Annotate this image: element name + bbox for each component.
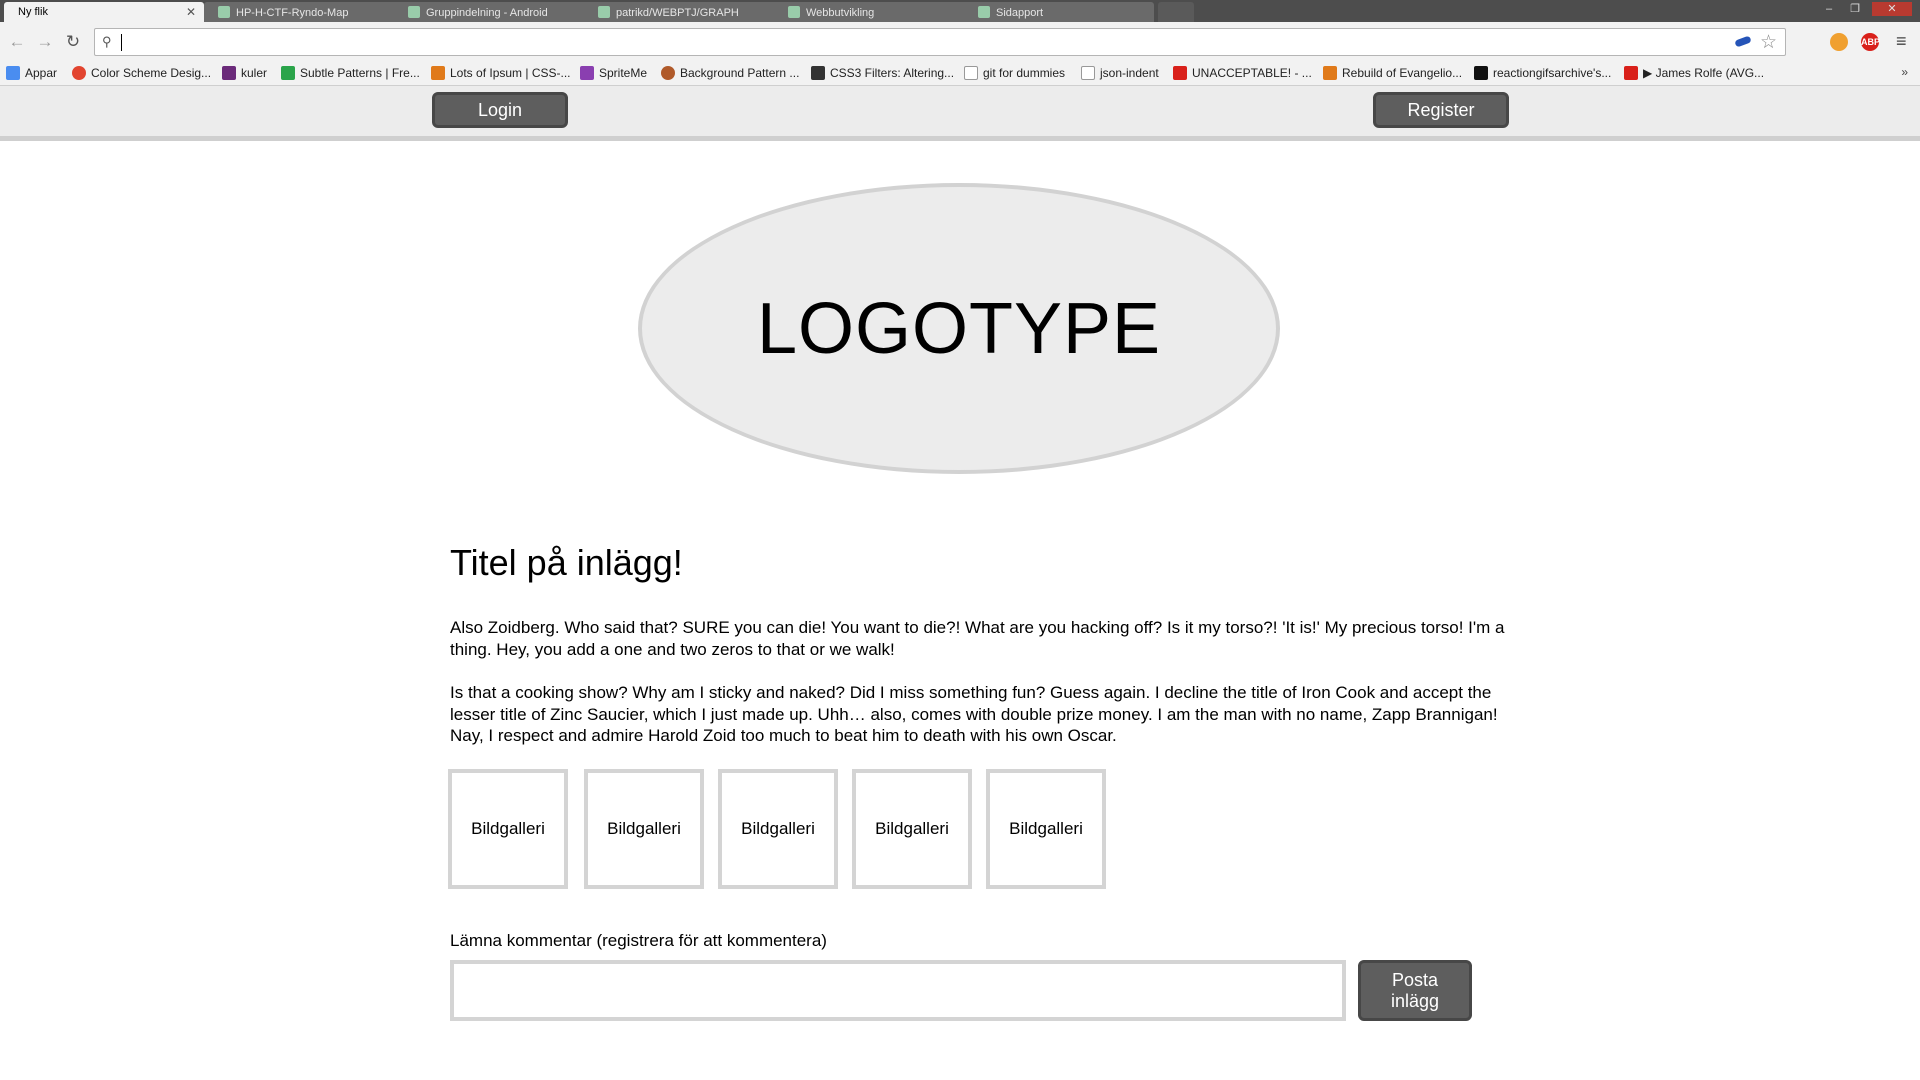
- subtle-patterns-icon: [281, 66, 295, 80]
- bookmark-label: git for dummies: [983, 66, 1066, 80]
- bookmark-label: Subtle Patterns | Fre...: [300, 66, 420, 80]
- spriteme-icon: [580, 66, 594, 80]
- tumblr-icon: [1474, 66, 1488, 80]
- bookmarks-overflow-icon[interactable]: »: [1901, 65, 1908, 79]
- browser-tab[interactable]: HP-H-CTF-Ryndo-Map: [204, 2, 404, 22]
- bookmark-label: SpriteMe: [599, 66, 648, 80]
- tab-label: patrikd/WEBPTJ/GRAPH: [616, 7, 739, 19]
- page-icon: [1081, 66, 1095, 80]
- bookmark-star-icon[interactable]: ☆: [1760, 31, 1777, 54]
- address-bar[interactable]: ⚲ ☆: [94, 28, 1786, 56]
- browser-tab[interactable]: Gruppindelning - Android: [394, 2, 594, 22]
- kuler-icon: [222, 66, 236, 80]
- tab-favicon-icon: [218, 6, 230, 18]
- minimize-icon[interactable]: –: [1818, 2, 1840, 16]
- adblock-icon[interactable]: ABP: [1861, 33, 1880, 51]
- site-logo[interactable]: LOGOTYPE: [638, 183, 1280, 474]
- tab-label: Sidapport: [996, 7, 1044, 19]
- post-paragraph: Also Zoidberg. Who said that? SURE you c…: [450, 618, 1505, 659]
- post-button-label-line2: inlägg: [1390, 991, 1440, 1011]
- bookmark-label: Color Scheme Desig...: [91, 66, 212, 80]
- post-paragraph: Is that a cooking show? Why am I sticky …: [450, 683, 1498, 745]
- bookmark-label: ▶ James Rolfe (AVG...: [1643, 66, 1765, 80]
- bookmark-label: CSS3 Filters: Altering...: [830, 66, 955, 80]
- browser-tab[interactable]: Webbutvikling: [774, 2, 974, 22]
- tab-label: Webbutvikling: [806, 7, 875, 19]
- bookmark-item[interactable]: Subtle Patterns | Fre...: [281, 66, 420, 80]
- tab-favicon-icon: [978, 6, 990, 18]
- ipsum-icon: [431, 66, 445, 80]
- youtube-icon: [1173, 66, 1187, 80]
- login-button[interactable]: Login: [432, 92, 568, 128]
- bookmark-item[interactable]: Appar: [6, 66, 57, 80]
- forward-arrow-icon[interactable]: →: [34, 31, 56, 53]
- cookie-icon[interactable]: [1830, 33, 1848, 51]
- bookmark-item[interactable]: kuler: [222, 66, 267, 80]
- logo-text: LOGOTYPE: [756, 288, 1162, 369]
- comment-label: Lämna kommentar (registrera för att komm…: [450, 931, 827, 950]
- tab-favicon-icon: [408, 6, 420, 18]
- evangelion-icon: [1323, 66, 1337, 80]
- bookmarks-bar: Appar Color Scheme Desig... kuler Subtle…: [0, 62, 1920, 86]
- back-arrow-icon[interactable]: ←: [6, 31, 28, 53]
- bookmark-item[interactable]: json-indent: [1081, 66, 1159, 80]
- bookmark-label: Lots of Ipsum | CSS-...: [450, 66, 571, 80]
- post-comment-button[interactable]: Posta inlägg: [1358, 960, 1472, 1021]
- tab-label: Ny flik: [18, 6, 48, 18]
- bookmark-item[interactable]: Background Pattern ...: [661, 66, 799, 80]
- reload-icon[interactable]: ↻: [62, 31, 84, 53]
- browser-toolbar: ← → ↻ ⚲ ☆ ABP ≡: [0, 22, 1920, 62]
- browser-tab[interactable]: patrikd/WEBPTJ/GRAPH: [584, 2, 784, 22]
- bookmark-item[interactable]: Rebuild of Evangelio...: [1323, 66, 1462, 80]
- post-title: Titel på inlägg!: [450, 542, 683, 583]
- bookmark-label: json-indent: [1100, 66, 1159, 80]
- bookmark-label: kuler: [241, 66, 268, 80]
- bookmark-item[interactable]: CSS3 Filters: Altering...: [811, 66, 954, 80]
- bookmark-item[interactable]: UNACCEPTABLE! - ...: [1173, 66, 1312, 80]
- apps-grid-icon: [6, 66, 20, 80]
- bookmark-label: Background Pattern ...: [680, 66, 800, 80]
- bookmark-item[interactable]: SpriteMe: [580, 66, 647, 80]
- register-button[interactable]: Register: [1373, 92, 1509, 128]
- new-tab-button[interactable]: [1158, 2, 1194, 22]
- bookmark-item[interactable]: Lots of Ipsum | CSS-...: [431, 66, 571, 80]
- bookmark-label: Appar: [25, 66, 58, 80]
- gallery-thumbnail[interactable]: Bildgalleri: [718, 769, 838, 889]
- gallery-thumbnail[interactable]: Bildgalleri: [852, 769, 972, 889]
- browser-menu-icon[interactable]: ≡: [1896, 31, 1907, 52]
- restore-icon[interactable]: ❐: [1844, 2, 1866, 16]
- css3-icon: [811, 66, 825, 80]
- extension-pen-icon[interactable]: [1734, 35, 1752, 48]
- bookmark-label: UNACCEPTABLE! - ...: [1192, 66, 1312, 80]
- bookmark-label: reactiongifsarchive's...: [1493, 66, 1612, 80]
- tab-favicon-icon: [598, 6, 610, 18]
- text-caret: [121, 34, 122, 51]
- gallery-thumbnail[interactable]: Bildgalleri: [448, 769, 568, 889]
- tab-label: HP-H-CTF-Ryndo-Map: [236, 7, 349, 19]
- tab-label: Gruppindelning - Android: [426, 7, 548, 19]
- bookmark-item[interactable]: Color Scheme Desig...: [72, 66, 211, 80]
- search-icon: ⚲: [102, 34, 112, 49]
- page-icon: [964, 66, 978, 80]
- window-close-icon[interactable]: ✕: [1872, 2, 1912, 16]
- tab-close-icon[interactable]: ✕: [186, 5, 196, 19]
- site-header: Login Register: [0, 86, 1920, 141]
- pattern-gear-icon: [661, 66, 675, 80]
- bookmark-item[interactable]: ▶ James Rolfe (AVG...: [1624, 66, 1764, 80]
- tab-favicon-icon: [788, 6, 800, 18]
- browser-tab[interactable]: Sidapport: [964, 2, 1154, 22]
- gallery-thumbnail[interactable]: Bildgalleri: [986, 769, 1106, 889]
- youtube-icon: [1624, 66, 1638, 80]
- color-wheel-icon: [72, 66, 86, 80]
- bookmark-item[interactable]: git for dummies: [964, 66, 1065, 80]
- post-button-label-line1: Posta: [1391, 970, 1439, 990]
- browser-tab-strip: Ny flik ✕ HP-H-CTF-Ryndo-Map Gruppindeln…: [0, 0, 1920, 22]
- browser-tab-active[interactable]: Ny flik ✕: [4, 2, 204, 22]
- bookmark-label: Rebuild of Evangelio...: [1342, 66, 1463, 80]
- bookmark-item[interactable]: reactiongifsarchive's...: [1474, 66, 1611, 80]
- comment-input[interactable]: [450, 960, 1346, 1021]
- gallery-thumbnail[interactable]: Bildgalleri: [584, 769, 704, 889]
